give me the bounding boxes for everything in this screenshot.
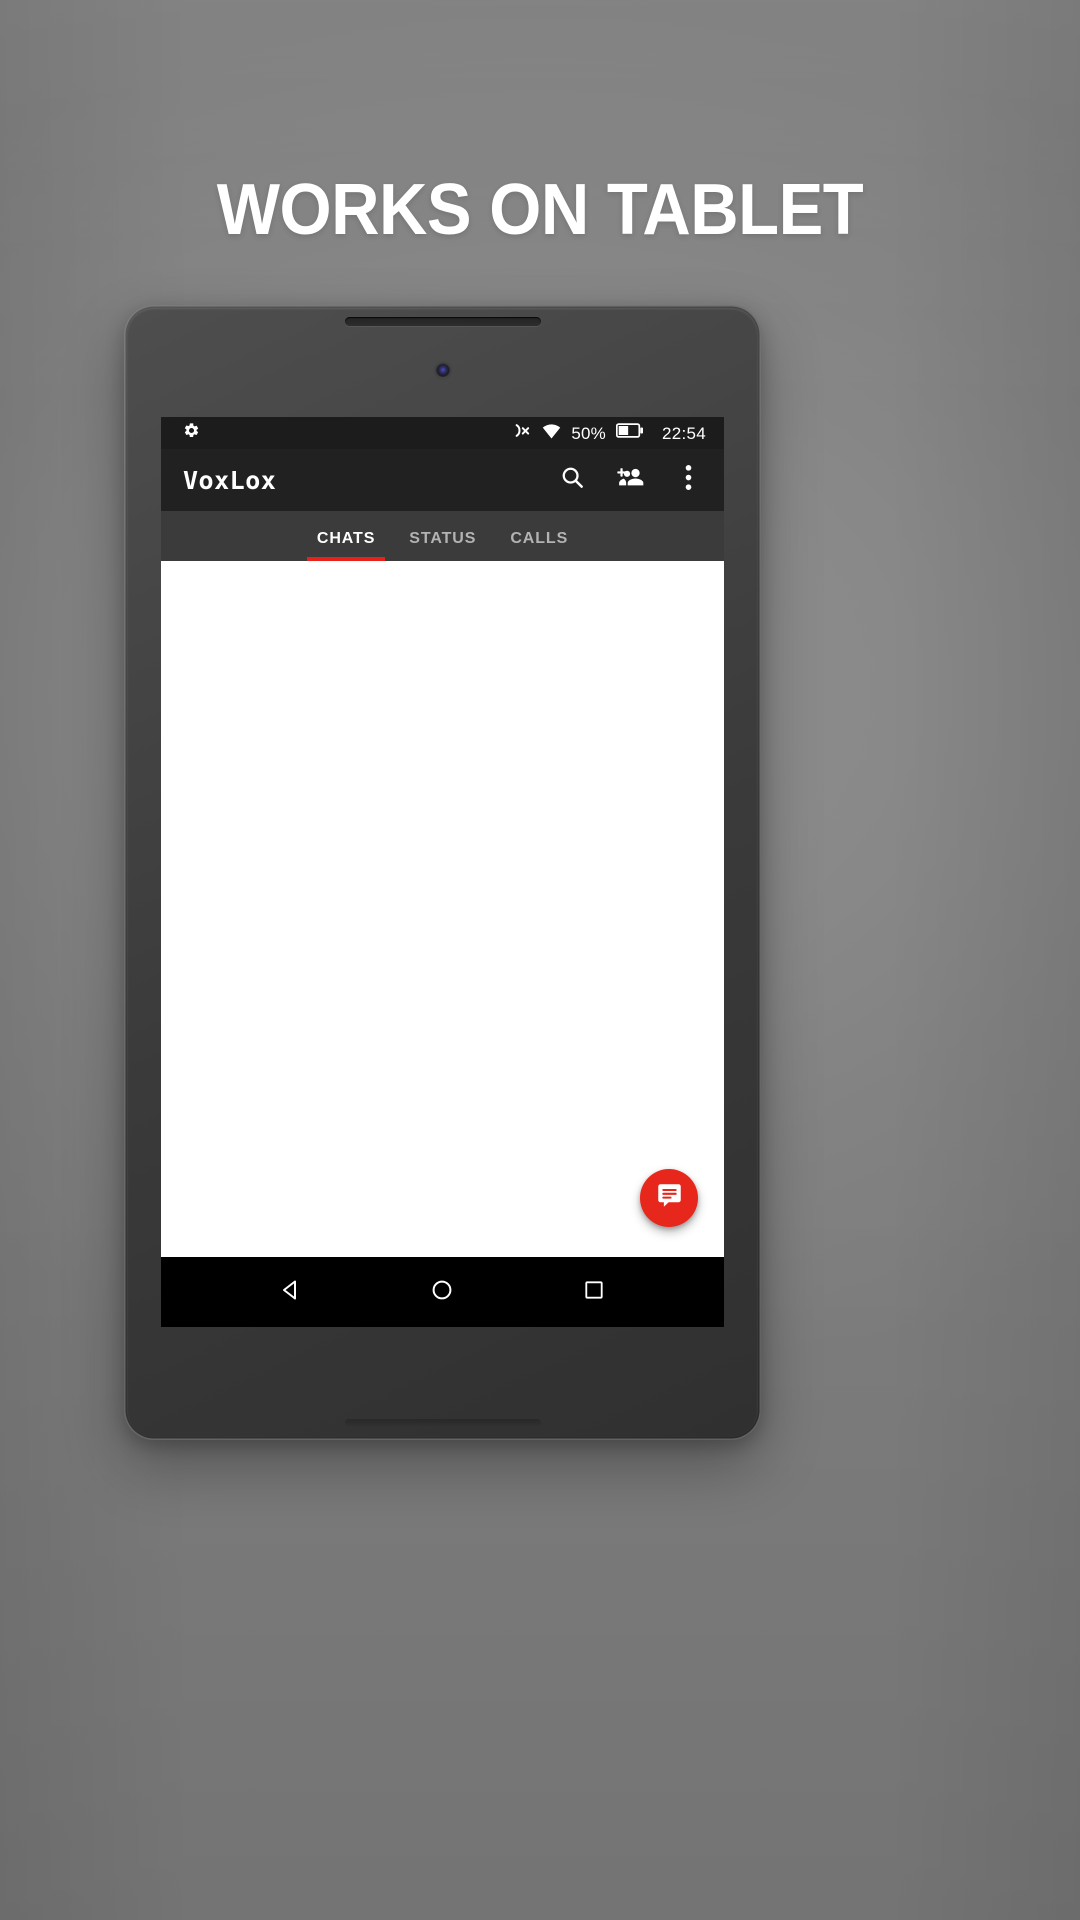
- back-triangle-icon: [279, 1278, 303, 1307]
- status-bar: 50% 22:54: [161, 417, 724, 449]
- app-bar: VoxLox: [161, 449, 724, 511]
- nav-home-button[interactable]: [415, 1265, 469, 1319]
- tab-status[interactable]: STATUS: [392, 530, 493, 561]
- new-chat-fab[interactable]: [640, 1169, 698, 1227]
- more-vert-icon: [685, 464, 692, 496]
- status-bar-clock: 22:54: [661, 423, 706, 443]
- chat-list-empty-area: [161, 561, 724, 1257]
- chat-bubble-icon: [656, 1182, 683, 1214]
- tab-chats[interactable]: CHATS: [300, 530, 392, 561]
- tab-status-label: STATUS: [409, 530, 477, 547]
- speaker-grille-icon: [344, 317, 541, 326]
- person-add-group-icon: [616, 465, 644, 495]
- front-camera-icon: [436, 364, 449, 377]
- recents-square-icon: [583, 1279, 605, 1306]
- page-title: WORKS ON TABLET: [216, 170, 864, 250]
- android-navigation-bar: [161, 1257, 724, 1327]
- battery-icon: [615, 423, 643, 443]
- nav-recents-button[interactable]: [567, 1265, 621, 1319]
- battery-percent-label: 50%: [571, 423, 606, 443]
- device-screen: 50% 22:54 VoxLox CHATS STATUS CALLS: [161, 417, 724, 1327]
- settings-gear-icon: [183, 422, 200, 444]
- search-icon: [560, 465, 585, 495]
- status-bar-left: [183, 422, 200, 444]
- device-bottom-grille-icon: [344, 1419, 541, 1426]
- tab-bar: CHATS STATUS CALLS: [161, 511, 724, 561]
- home-circle-icon: [430, 1278, 454, 1307]
- add-people-button[interactable]: [610, 460, 650, 500]
- promo-screenshot: WORKS ON TABLET 50% 22:54 VoxLox CHATS S…: [0, 0, 1080, 1920]
- wifi-icon: [542, 423, 561, 444]
- tab-chats-label: CHATS: [316, 530, 376, 547]
- overflow-menu-button[interactable]: [668, 460, 708, 500]
- app-bar-actions: [552, 460, 708, 500]
- tablet-device-frame: 50% 22:54 VoxLox CHATS STATUS CALLS: [124, 305, 761, 1440]
- app-title: VoxLox: [183, 465, 277, 495]
- nav-back-button[interactable]: [264, 1265, 318, 1319]
- status-bar-right: 50% 22:54: [512, 422, 706, 444]
- tab-calls[interactable]: CALLS: [493, 530, 585, 561]
- mute-vibrate-off-icon: [512, 422, 532, 444]
- search-button[interactable]: [552, 460, 592, 500]
- tab-calls-label: CALLS: [510, 530, 569, 547]
